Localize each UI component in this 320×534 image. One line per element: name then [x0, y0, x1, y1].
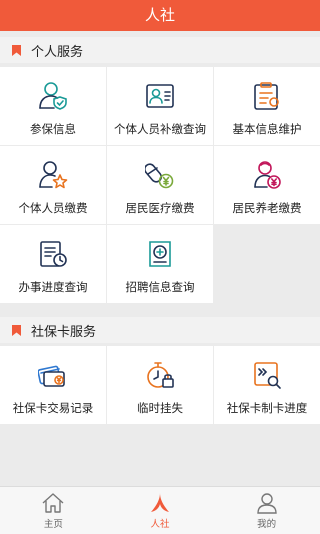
section-title: 个人服务: [31, 44, 84, 60]
tab-mine[interactable]: 我的: [213, 487, 320, 534]
service-backpay-query[interactable]: 个体人员补缴查询: [107, 67, 213, 145]
section-title: 社保卡服务: [31, 324, 97, 340]
service-label: 个体人员缴费: [18, 201, 88, 215]
bookmark-icon: [12, 44, 21, 56]
service-basic-info[interactable]: 基本信息维护: [214, 67, 320, 145]
home-icon: [42, 493, 64, 513]
service-label: 参保信息: [30, 122, 76, 136]
service-label: 招聘信息查询: [125, 280, 195, 294]
service-recruitment-query[interactable]: 招聘信息查询: [107, 225, 213, 303]
bookmark-icon: [12, 324, 21, 336]
service-label: 办事进度查询: [18, 280, 88, 294]
tab-label: 主页: [43, 519, 63, 530]
service-medical-payment[interactable]: 居民医疗缴费: [107, 146, 213, 224]
service-card-production-progress[interactable]: 社保卡制卡进度: [214, 346, 320, 424]
user-star-icon: [39, 161, 68, 189]
id-card-icon: [146, 84, 174, 108]
page-title: 人社: [144, 6, 175, 24]
tab-home[interactable]: 主页: [0, 487, 107, 534]
service-label: 个体人员补缴查询: [114, 122, 206, 136]
user-shield-icon: [39, 82, 67, 110]
clipboard-edit-icon: [254, 82, 279, 110]
card-services-grid: 社保卡交易记录 临时挂失 社保卡制卡进度: [0, 346, 320, 424]
tab-label: 人社: [150, 519, 170, 530]
stopwatch-lock-icon: [147, 362, 174, 388]
pill-yen-icon: [145, 163, 174, 189]
service-label: 居民医疗缴费: [125, 201, 195, 215]
app-header: 人社: [0, 0, 320, 31]
card-progress-icon: [254, 362, 281, 389]
service-temporary-loss-report[interactable]: 临时挂失: [107, 346, 213, 424]
document-clock-icon: [40, 241, 67, 267]
document-search-icon: [149, 241, 171, 267]
bottom-tab-bar: 主页 人社 我的: [0, 486, 320, 534]
section-header-personal: 个人服务: [0, 37, 320, 63]
service-insurance-info[interactable]: 参保信息: [0, 67, 106, 145]
personal-services-grid: 参保信息 个体人员补缴查询 基本信息维护 个体人员缴费 居民医疗缴费 居民养老缴…: [0, 67, 320, 303]
service-label: 居民养老缴费: [232, 201, 302, 215]
empty-cell: [214, 225, 320, 303]
section-header-card: 社保卡服务: [0, 317, 320, 343]
user-icon: [256, 493, 277, 514]
card-yen-icon: [38, 365, 65, 387]
service-label: 临时挂失: [137, 401, 183, 415]
service-card-transactions[interactable]: 社保卡交易记录: [0, 346, 106, 424]
service-progress-query[interactable]: 办事进度查询: [0, 225, 106, 303]
tab-label: 我的: [257, 519, 277, 530]
tab-renshe[interactable]: 人社: [107, 487, 214, 534]
elder-yen-icon: [254, 161, 281, 189]
service-label: 社保卡交易记录: [12, 401, 94, 415]
service-label: 基本信息维护: [232, 122, 302, 136]
service-label: 社保卡制卡进度: [226, 401, 308, 415]
people-icon: [151, 493, 169, 512]
service-pension-payment[interactable]: 居民养老缴费: [214, 146, 320, 224]
service-individual-payment[interactable]: 个体人员缴费: [0, 146, 106, 224]
